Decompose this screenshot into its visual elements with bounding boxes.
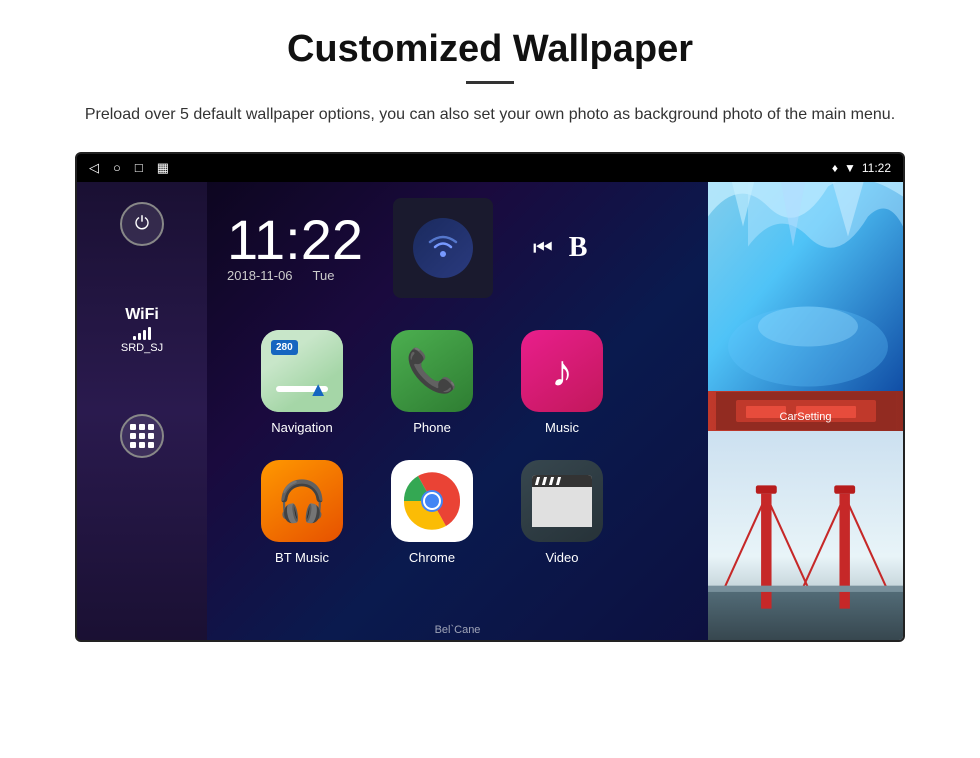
clock-display: 11:22 2018-11-06 Tue (227, 212, 363, 283)
date-value: 2018-11-06 (227, 268, 293, 283)
wifi-bar-4 (148, 327, 151, 340)
media-controls: ⏮ B (533, 232, 588, 264)
wifi-bars (133, 326, 151, 340)
wallpaper-ice (708, 182, 903, 391)
apps-button[interactable] (120, 414, 164, 458)
dot (148, 433, 154, 439)
wifi-info: WiFi SRD_SJ (121, 306, 163, 354)
phone-icon: 📞 (391, 330, 473, 412)
car-setting-strip: CarSetting (708, 391, 903, 431)
bt-music-icon: 🎧 (261, 460, 343, 542)
skip-back-icon[interactable]: ⏮ (533, 235, 553, 261)
clapper-body (532, 487, 592, 527)
clock-area: 11:22 2018-11-06 Tue (207, 182, 708, 308)
title-letter-b: B (569, 232, 588, 264)
status-bar: ◁ ○ □ ▦ ♦ ▼ 11:22 (77, 154, 903, 182)
media-widget (393, 198, 493, 298)
music-label: Music (545, 420, 579, 435)
stripe (535, 477, 540, 485)
wifi-bar-1 (133, 336, 136, 340)
dot (139, 433, 145, 439)
navigation-label: Navigation (271, 420, 332, 435)
video-label: Video (545, 550, 578, 565)
bluetooth-symbol: 🎧 (277, 478, 327, 525)
app-grid: 280 ▲ Navigation 📞 Phone (207, 308, 708, 588)
clapper-top (532, 475, 592, 487)
recents-icon: □ (135, 160, 143, 175)
car-setting-label: CarSetting (780, 411, 832, 423)
main-area: ⏻ WiFi SRD_SJ (77, 182, 903, 640)
dot (148, 424, 154, 430)
watermark: Bel`Cane (435, 624, 481, 636)
home-icon: ○ (113, 160, 121, 175)
wifi-network: SRD_SJ (121, 342, 163, 354)
dot (139, 442, 145, 448)
chrome-icon (391, 460, 473, 542)
music-symbol: ♪ (551, 346, 573, 397)
music-icon: ♪ (521, 330, 603, 412)
phone-label: Phone (413, 420, 451, 435)
power-icon: ⏻ (135, 213, 149, 234)
status-indicators: ♦ ▼ 11:22 (832, 161, 891, 175)
stripe (556, 477, 561, 485)
dot (130, 424, 136, 430)
app-music[interactable]: ♪ Music (497, 318, 627, 448)
bt-music-label: BT Music (275, 550, 329, 565)
device-screenshot: ◁ ○ □ ▦ ♦ ▼ 11:22 ⏻ WiFi (75, 152, 905, 642)
wifi-bar-2 (138, 333, 141, 340)
right-panel: CarSetting (708, 182, 903, 640)
stripe (549, 477, 554, 485)
center-content: 11:22 2018-11-06 Tue (207, 182, 708, 640)
clock-time: 11:22 (227, 212, 363, 268)
apps-grid-icon (130, 424, 154, 448)
nav-badge: 280 (271, 340, 298, 355)
wifi-label: WiFi (125, 306, 159, 324)
video-icon (521, 460, 603, 542)
status-time: 11:22 (862, 161, 891, 175)
page-title: Customized Wallpaper (287, 28, 693, 71)
phone-symbol: 📞 (406, 347, 458, 396)
wifi-bar-3 (143, 330, 146, 340)
dot (148, 442, 154, 448)
title-divider (466, 81, 514, 84)
sidebar: ⏻ WiFi SRD_SJ (77, 182, 207, 640)
navigation-icon: 280 ▲ (261, 330, 343, 412)
app-phone[interactable]: 📞 Phone (367, 318, 497, 448)
dot (130, 442, 136, 448)
day-value: Tue (313, 268, 335, 283)
clapperboard-icon (532, 475, 592, 527)
dot (139, 424, 145, 430)
screenshot-icon: ▦ (157, 160, 169, 176)
chrome-label: Chrome (409, 550, 455, 565)
location-icon: ♦ (832, 161, 838, 175)
wifi-status-icon: ▼ (844, 161, 856, 175)
app-bt-music[interactable]: 🎧 BT Music (237, 448, 367, 578)
app-video[interactable]: Video (497, 448, 627, 578)
app-navigation[interactable]: 280 ▲ Navigation (237, 318, 367, 448)
nav-arrow-icon: ▲ (308, 379, 328, 402)
wifi-large-icon (413, 218, 473, 278)
back-icon: ◁ (89, 160, 99, 176)
dot (130, 433, 136, 439)
page-container: Customized Wallpaper Preload over 5 defa… (0, 0, 980, 758)
nav-buttons: ◁ ○ □ ▦ (89, 160, 169, 176)
stripe (542, 477, 547, 485)
power-button[interactable]: ⏻ (120, 202, 164, 246)
page-description: Preload over 5 default wallpaper options… (85, 102, 895, 128)
wallpaper-bridge (708, 431, 903, 640)
app-chrome[interactable]: Chrome (367, 448, 497, 578)
